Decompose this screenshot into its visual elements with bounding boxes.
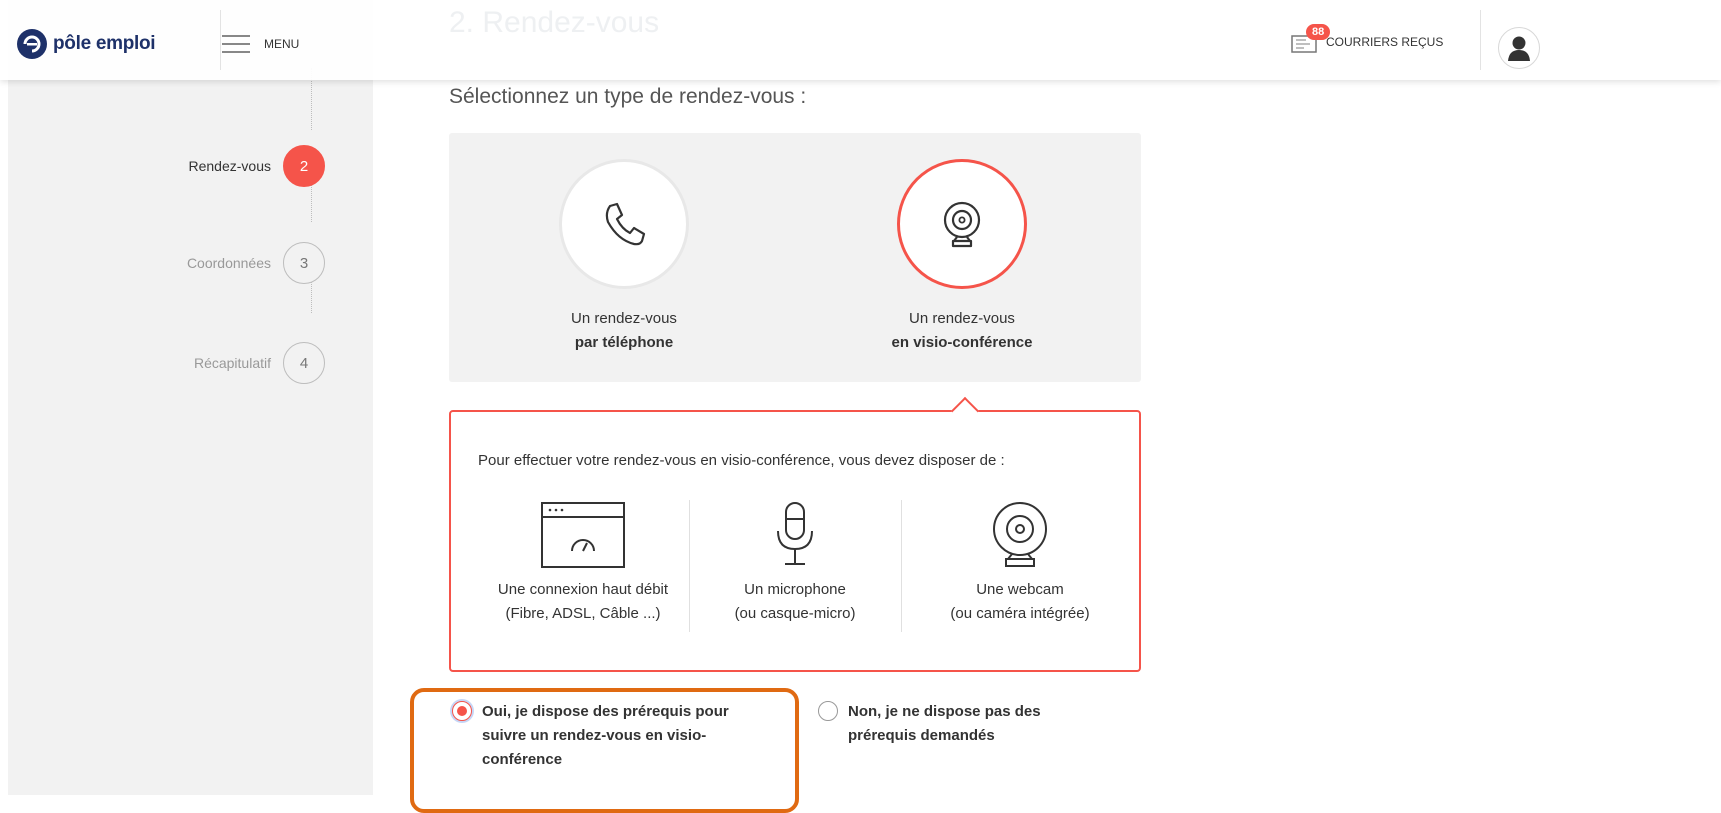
choice-line1: Un rendez-vous [571, 310, 677, 327]
radio-label-line: prérequis demandés [848, 727, 995, 744]
page-title: 2. Rendez-vous [449, 6, 660, 39]
webcam-icon [915, 500, 1125, 570]
choice-line2: par téléphone [574, 334, 674, 351]
step-number: 4 [283, 342, 325, 384]
requirement-line2: (ou casque-micro) [734, 605, 856, 622]
step-label: Récapitulatif [193, 355, 271, 371]
hamburger-icon [222, 35, 250, 53]
step-label: Coordonnées [186, 255, 271, 271]
choice-line1: Un rendez-vous [909, 310, 1015, 327]
phone-choice-circle [559, 159, 689, 289]
step-label: Rendez-vous [188, 158, 272, 174]
choice-text: Un rendez-vous par téléphone [514, 307, 734, 355]
courriers-recus-button[interactable]: 88 COURRIERS REÇUS [1290, 24, 1444, 54]
mail-tray-icon: 88 [1290, 24, 1331, 54]
microphone-icon [700, 500, 890, 570]
visio-appointment-option[interactable]: Un rendez-vous en visio-conférence [852, 159, 1072, 355]
section-title: Sélectionnez un type de rendez-vous : [449, 85, 807, 108]
menu-button[interactable]: MENU [222, 35, 299, 53]
prerequisites-no-option[interactable]: Non, je ne dispose pas des prérequis dem… [818, 700, 1041, 748]
requirement-line2: (Fibre, ADSL, Câble ...) [505, 605, 661, 622]
user-avatar-button[interactable] [1498, 27, 1540, 69]
radio-label-line: Non, je ne dispose pas des [848, 703, 1041, 720]
requirement-line2: (ou caméra intégrée) [950, 605, 1090, 622]
requirement-microphone: Un microphone (ou casque-micro) [700, 500, 890, 626]
mail-count-badge: 88 [1306, 24, 1331, 40]
phone-icon [605, 202, 646, 246]
step-number: 2 [283, 145, 325, 187]
header-divider [220, 10, 221, 70]
user-icon [1508, 36, 1530, 61]
step-rendez-vous[interactable]: Rendez-vous 2 [188, 145, 325, 187]
speedometer-window-icon [478, 500, 688, 570]
requirement-line1: Une connexion haut débit [497, 581, 669, 598]
step-coordonnees[interactable]: Coordonnées 3 [187, 242, 325, 284]
requirement-line1: Une webcam [976, 581, 1064, 598]
logo-mark-icon [17, 29, 47, 59]
pole-emploi-logo[interactable]: pôle emploi [17, 29, 156, 59]
radio-label: Non, je ne dispose pas des prérequis dem… [848, 700, 1041, 748]
menu-label: MENU [264, 37, 300, 51]
requirement-divider [901, 500, 902, 632]
step-recapitulatif[interactable]: Récapitulatif 4 [194, 342, 325, 384]
logo-text: pôle emploi [53, 33, 156, 54]
mail-label: COURRIERS REÇUS [1326, 35, 1444, 49]
appointment-type-panel: Un rendez-vous par téléphone Un rendez-v… [449, 133, 1141, 382]
requirement-webcam: Une webcam (ou caméra intégrée) [915, 500, 1125, 626]
step-sidebar: Rendez-vous 2 Coordonnées 3 Récapitulati… [8, 0, 373, 795]
prerequisites-no-radio[interactable] [818, 701, 838, 721]
requirement-divider [689, 500, 690, 632]
selection-highlight [410, 688, 799, 813]
step-number: 3 [283, 242, 325, 284]
requirement-line1: Un microphone [744, 581, 846, 598]
visio-choice-circle [897, 159, 1027, 289]
webcam-icon [943, 201, 981, 248]
header-divider [1480, 10, 1481, 70]
phone-appointment-option[interactable]: Un rendez-vous par téléphone [514, 159, 734, 355]
requirement-connexion: Une connexion haut débit (Fibre, ADSL, C… [478, 500, 688, 626]
requirements-intro: Pour effectuer votre rendez-vous en visi… [478, 452, 1005, 469]
top-header: pôle emploi MENU 88 COURRIERS REÇUS [0, 0, 1721, 80]
choice-line2: en visio-conférence [891, 334, 1033, 351]
choice-text: Un rendez-vous en visio-conférence [852, 307, 1072, 355]
